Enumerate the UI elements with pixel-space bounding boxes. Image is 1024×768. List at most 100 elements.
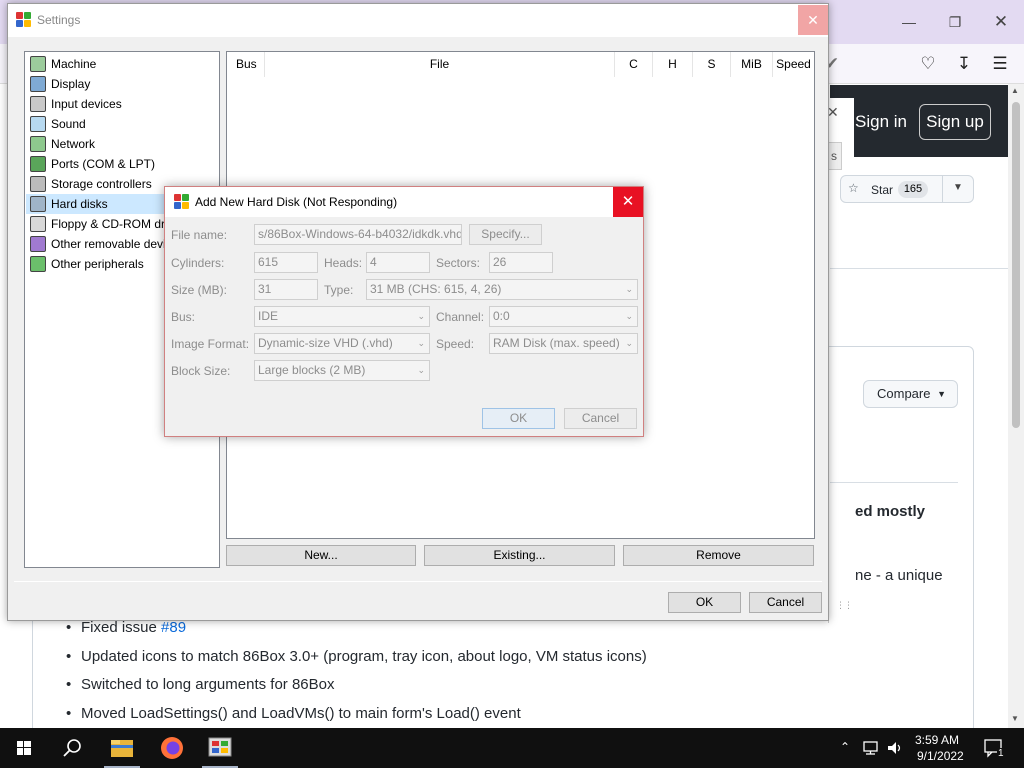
taskbar-86box[interactable]: [196, 728, 244, 768]
category-input-devices[interactable]: Input devices: [26, 94, 219, 114]
bus-value: IDE: [258, 309, 279, 323]
column-header-speed[interactable]: Speed: [773, 52, 814, 77]
search-icon: [63, 739, 81, 757]
list-item: Updated icons to match 86Box 3.0+ (progr…: [66, 647, 866, 676]
column-header-c[interactable]: C: [615, 52, 653, 77]
file-name-field[interactable]: s/86Box-Windows-64-b4032/idkdk.vhd: [254, 224, 462, 245]
bus-select[interactable]: IDE ⌄: [254, 306, 430, 327]
block-size-select[interactable]: Large blocks (2 MB) ⌄: [254, 360, 430, 381]
category-machine[interactable]: Machine: [26, 54, 219, 74]
close-icon[interactable]: ✕: [798, 5, 828, 35]
dialog-title: Add New Hard Disk (Not Responding): [195, 195, 398, 209]
channel-label: Channel:: [436, 310, 485, 324]
list-item-text: Moved LoadSettings() and LoadVMs() to ma…: [81, 704, 521, 722]
divider: [830, 482, 958, 483]
volume-icon[interactable]: [886, 739, 904, 757]
search-button[interactable]: [48, 728, 96, 768]
column-header-s[interactable]: S: [693, 52, 731, 77]
minimize-icon[interactable]: —: [895, 8, 923, 36]
hard-disks-icon: [30, 196, 46, 212]
taskbar-file-explorer[interactable]: [98, 728, 146, 768]
image-format-select[interactable]: Dynamic-size VHD (.vhd) ⌄: [254, 333, 430, 354]
pocket-icon[interactable]: ♡: [916, 52, 940, 76]
new-button[interactable]: New...: [226, 545, 416, 566]
start-button[interactable]: [0, 728, 48, 768]
86box-icon: [208, 737, 232, 757]
chevron-down-icon: ⌄: [417, 311, 425, 321]
resize-grip-icon[interactable]: ⋮⋮: [836, 601, 853, 617]
chevron-down-icon[interactable]: ▼: [953, 182, 963, 193]
star-divider: [942, 176, 943, 202]
column-header-mib[interactable]: MiB: [731, 52, 773, 77]
floppy-cdrom-icon: [30, 216, 46, 232]
star-label: Star: [871, 183, 894, 197]
divider: [830, 268, 1010, 269]
remove-button[interactable]: Remove: [623, 545, 814, 566]
settings-titlebar[interactable]: Settings ✕: [8, 4, 828, 37]
specify-button[interactable]: Specify...: [469, 224, 542, 245]
clock-date[interactable]: 9/1/2022: [917, 749, 964, 763]
category-network[interactable]: Network: [26, 134, 219, 154]
column-header-h[interactable]: H: [653, 52, 693, 77]
taskbar-firefox[interactable]: [148, 728, 196, 768]
chevron-down-icon: ⌄: [417, 365, 425, 375]
sectors-label: Sectors:: [436, 256, 481, 270]
dialog-titlebar[interactable]: Add New Hard Disk (Not Responding) ✕: [165, 187, 643, 217]
cylinders-label: Cylinders:: [171, 256, 225, 270]
chevron-down-icon: ⌄: [417, 338, 425, 348]
cylinders-field[interactable]: 615: [254, 252, 318, 273]
size-field[interactable]: 31: [254, 279, 318, 300]
add-hard-disk-dialog: Add New Hard Disk (Not Responding) ✕ Fil…: [164, 186, 644, 437]
category-display[interactable]: Display: [26, 74, 219, 94]
close-icon[interactable]: ✕: [987, 8, 1015, 36]
issue-link[interactable]: #89: [161, 619, 186, 636]
notification-badge: 1: [997, 748, 1005, 759]
category-sound[interactable]: Sound: [26, 114, 219, 134]
list-item: Fixed issue #89: [66, 618, 866, 647]
chevron-down-icon: ⌄: [625, 284, 633, 294]
scroll-up-icon[interactable]: ▲: [1011, 86, 1019, 95]
star-count: 165: [898, 181, 928, 198]
block-size-label: Block Size:: [171, 364, 231, 378]
dialog-ok-button[interactable]: OK: [482, 408, 555, 429]
chevron-down-icon: ⌄: [625, 338, 633, 348]
separator: [14, 581, 822, 582]
compare-button[interactable]: Compare ▼: [863, 380, 958, 408]
display-icon: [30, 76, 46, 92]
machine-icon: [30, 56, 46, 72]
restore-icon[interactable]: ❐: [941, 8, 969, 36]
release-heading-fragment: ed mostly: [855, 503, 926, 520]
menu-icon[interactable]: ☰: [988, 52, 1012, 76]
sign-in-link[interactable]: Sign in: [855, 112, 907, 132]
network-icon[interactable]: [862, 739, 880, 757]
ok-button[interactable]: OK: [668, 592, 741, 613]
heads-field[interactable]: 4: [366, 252, 430, 273]
clock-time[interactable]: 3:59 AM: [915, 733, 959, 747]
existing-button[interactable]: Existing...: [424, 545, 615, 566]
image-format-label: Image Format:: [171, 337, 250, 351]
chevron-down-icon: ⌄: [625, 311, 633, 321]
column-header-file[interactable]: File: [265, 52, 615, 77]
ports-icon: [30, 156, 46, 172]
column-header-bus[interactable]: Bus: [227, 52, 265, 77]
downloads-icon[interactable]: ↧: [952, 52, 976, 76]
close-icon[interactable]: ✕: [613, 187, 643, 217]
cancel-button[interactable]: Cancel: [749, 592, 822, 613]
list-item-text: Fixed issue: [81, 619, 162, 636]
show-hidden-icons-icon[interactable]: ⌃: [840, 740, 850, 754]
list-item: Switched to long arguments for 86Box: [66, 675, 866, 704]
category-ports[interactable]: Ports (COM & LPT): [26, 154, 219, 174]
bus-label: Bus:: [171, 310, 196, 324]
sign-up-button[interactable]: Sign up: [919, 104, 991, 140]
type-select[interactable]: 31 MB (CHS: 615, 4, 26) ⌄: [366, 279, 638, 300]
channel-value: 0:0: [493, 309, 510, 323]
speed-select[interactable]: RAM Disk (max. speed) ⌄: [489, 333, 638, 354]
scroll-down-icon[interactable]: ▼: [1011, 714, 1019, 723]
sectors-field[interactable]: 26: [489, 252, 553, 273]
channel-select[interactable]: 0:0 ⌄: [489, 306, 638, 327]
image-format-value: Dynamic-size VHD (.vhd): [258, 336, 393, 350]
file-name-label: File name:: [171, 228, 228, 242]
scrollbar-thumb[interactable]: [1012, 102, 1020, 428]
dialog-cancel-button[interactable]: Cancel: [564, 408, 637, 429]
star-icon: ☆: [848, 181, 859, 195]
